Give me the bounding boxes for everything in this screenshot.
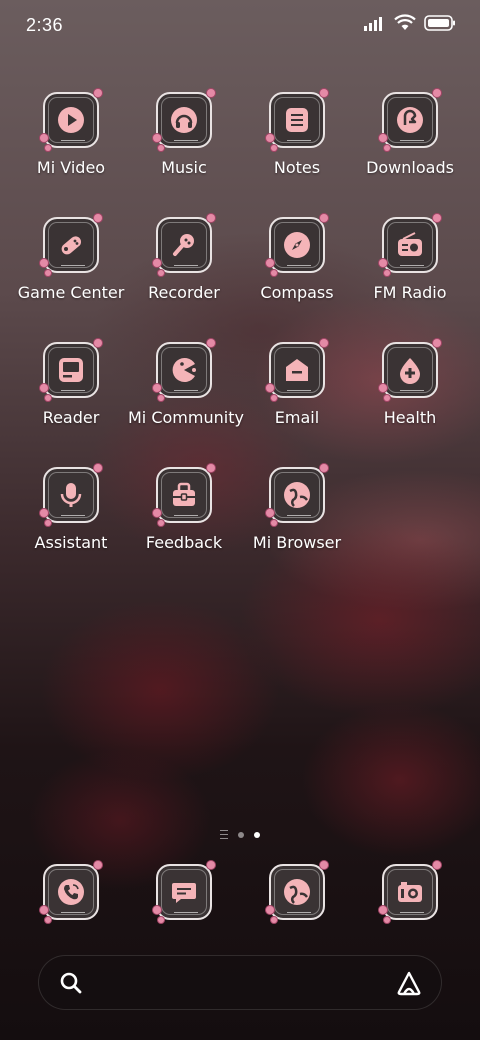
page-indicator[interactable] (0, 830, 480, 839)
dock-messaging[interactable] (128, 861, 240, 923)
play-icon (43, 92, 99, 148)
app-assistant[interactable]: Assistant (15, 464, 127, 552)
app-label: Recorder (148, 283, 220, 302)
app-mi-browser[interactable]: Mi Browser (241, 464, 353, 552)
app-label: Notes (273, 158, 321, 177)
compass-icon (269, 217, 325, 273)
app-music[interactable]: Music (128, 89, 240, 177)
app-icon-frame (40, 214, 102, 276)
clock: 2:36 (26, 15, 64, 35)
dock-phone[interactable] (15, 861, 127, 923)
app-icon-frame (266, 89, 328, 151)
health-drop-icon (382, 342, 438, 398)
app-icon-frame (266, 464, 328, 526)
app-icon-frame (153, 214, 215, 276)
app-icon-frame (40, 464, 102, 526)
app-icon-frame (266, 861, 328, 923)
app-fm-radio[interactable]: FM Radio (354, 214, 466, 302)
app-feedback[interactable]: Feedback (128, 464, 240, 552)
app-label: Music (161, 158, 207, 177)
assistant-icon[interactable] (395, 970, 423, 996)
app-icon-frame (379, 89, 441, 151)
app-drawer-indicator (220, 830, 228, 839)
app-recorder[interactable]: Recorder (128, 214, 240, 302)
app-icon-frame (266, 339, 328, 401)
wifi-icon (394, 14, 416, 30)
app-icon-frame (40, 89, 102, 151)
app-label: Mi Community (128, 408, 244, 427)
status-bar: 2:36 (0, 0, 480, 52)
app-health[interactable]: Health (354, 339, 466, 427)
search-bar[interactable] (38, 955, 442, 1010)
app-mi-video[interactable]: Mi Video (15, 89, 127, 177)
app-icon-frame (40, 861, 102, 923)
app-icon-frame (40, 339, 102, 401)
app-label: Assistant (34, 533, 108, 552)
app-icon-frame (266, 214, 328, 276)
microphone-icon (156, 217, 212, 273)
app-label: Reader (42, 408, 100, 427)
mail-icon (269, 342, 325, 398)
app-game-center[interactable]: Game Center (15, 214, 127, 302)
dock-browser[interactable] (241, 861, 353, 923)
headphones-icon (156, 92, 212, 148)
app-icon-frame (153, 89, 215, 151)
app-label: Game Center (17, 283, 125, 302)
app-label: Health (383, 408, 437, 427)
app-label: Downloads (366, 158, 454, 177)
app-icon-frame (153, 339, 215, 401)
page-dot (238, 831, 244, 838)
app-label: Mi Browser (252, 533, 342, 552)
app-icon-frame (153, 861, 215, 923)
signal-icon (364, 16, 382, 31)
note-icon (269, 92, 325, 148)
page-dot-active (254, 831, 260, 838)
camera-icon (382, 864, 438, 920)
gamepad-icon (43, 217, 99, 273)
app-label: Mi Video (36, 158, 106, 177)
app-label: Compass (260, 283, 334, 302)
globe-icon (269, 864, 325, 920)
globe-icon (269, 467, 325, 523)
app-label: Feedback (145, 533, 223, 552)
assistant-mic-icon (43, 467, 99, 523)
app-icon-frame (379, 339, 441, 401)
book-icon (43, 342, 99, 398)
app-mi-community[interactable]: Mi Community (128, 339, 244, 427)
app-icon-frame (379, 214, 441, 276)
phone-icon (43, 864, 99, 920)
app-downloads[interactable]: Downloads (354, 89, 466, 177)
app-icon-frame (153, 464, 215, 526)
message-icon (156, 864, 212, 920)
radio-icon (382, 217, 438, 273)
dock-camera[interactable] (354, 861, 466, 923)
battery-icon (424, 14, 455, 31)
app-notes[interactable]: Notes (241, 89, 353, 177)
download-icon (382, 92, 438, 148)
app-compass[interactable]: Compass (241, 214, 353, 302)
app-reader[interactable]: Reader (15, 339, 127, 427)
search-icon[interactable] (59, 971, 83, 995)
toolbox-icon (156, 467, 212, 523)
pacman-icon (156, 342, 212, 398)
app-label: Email (274, 408, 320, 427)
app-label: FM Radio (373, 283, 447, 302)
status-icons (364, 14, 456, 31)
app-email[interactable]: Email (241, 339, 353, 427)
app-icon-frame (379, 861, 441, 923)
